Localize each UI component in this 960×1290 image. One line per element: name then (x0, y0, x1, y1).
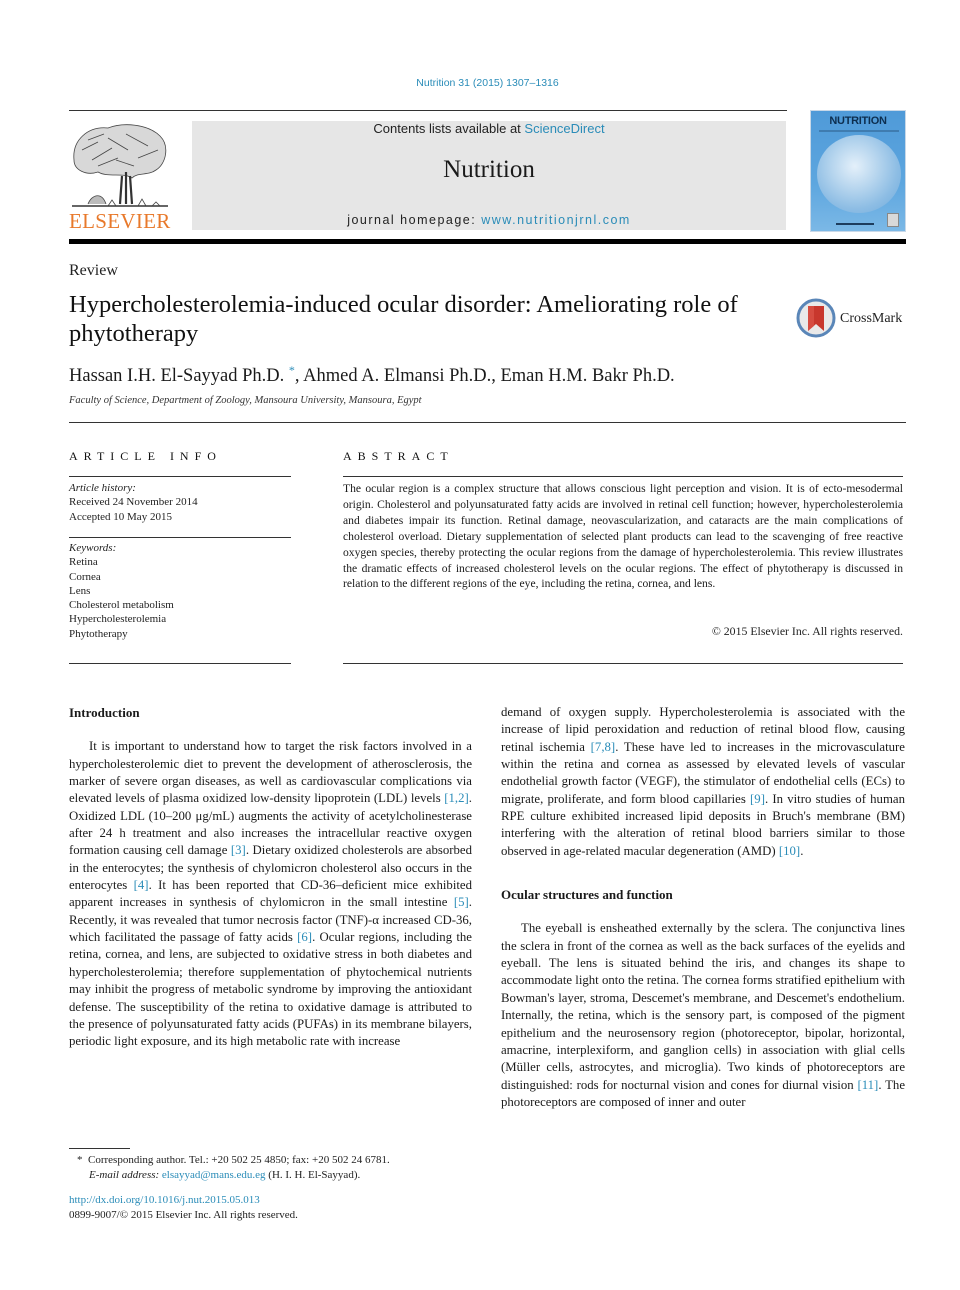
keywords-label: Keywords: (69, 542, 117, 554)
citation-link[interactable]: [10] (779, 844, 800, 858)
journal-homepage-link[interactable]: www.nutritionjrnl.com (481, 213, 631, 227)
abstract-rule (343, 476, 903, 477)
intro-paragraph-continued: demand of oxygen supply. Hypercholestero… (501, 704, 905, 860)
body-column-left: Introduction It is important to understa… (69, 704, 472, 1051)
elsevier-wordmark: ELSEVIER (69, 209, 171, 233)
crossmark-label: CrossMark (840, 311, 903, 326)
email-link[interactable]: elsayyad@mans.edu.eg (162, 1169, 266, 1181)
received-date: Received 24 November 2014 (69, 496, 198, 509)
elsevier-tree-icon (72, 124, 168, 207)
abstract-copyright: © 2015 Elsevier Inc. All rights reserved… (711, 624, 903, 638)
issn-copyright: 0899-9007/© 2015 Elsevier Inc. All right… (69, 1208, 298, 1221)
homepage-prefix: journal homepage: (347, 213, 482, 227)
section-heading-ocular: Ocular structures and function (501, 887, 673, 903)
header-thick-rule (69, 239, 906, 244)
intro-paragraph: It is important to understand how to tar… (69, 738, 472, 1050)
abstract-heading: ABSTRACT (343, 449, 454, 463)
text-run: It is important to understand how to tar… (69, 739, 472, 806)
body-column-right: demand of oxygen supply. Hypercholestero… (501, 704, 905, 1111)
email-label: E-mail address: (89, 1168, 162, 1181)
keyword: Hypercholesterolemia (69, 613, 167, 626)
author-list: Hassan I.H. El-Sayyad Ph.D. *, Ahmed A. … (69, 363, 675, 387)
text-run: The eyeball is ensheathed externally by … (501, 921, 905, 1092)
sciencedirect-link[interactable]: ScienceDirect (524, 121, 604, 136)
doi-link[interactable]: http://dx.doi.org/10.1016/j.nut.2015.05.… (69, 1194, 260, 1206)
article-info-heading: ARTICLE INFO (69, 449, 222, 463)
citation-link[interactable]: [7,8] (591, 740, 616, 754)
elsevier-logo[interactable]: ELSEVIER (66, 118, 176, 234)
crossmark-button[interactable]: CrossMark (796, 298, 911, 342)
citation-link[interactable]: [1,2] (444, 791, 469, 805)
journal-reference[interactable]: Nutrition 31 (2015) 1307–1316 (0, 77, 960, 89)
keyword: Cornea (69, 570, 101, 583)
doi-block: http://dx.doi.org/10.1016/j.nut.2015.05.… (69, 1193, 298, 1222)
other-authors[interactable]: , Ahmed A. Elmansi Ph.D., Eman H.M. Bakr… (295, 366, 675, 386)
contents-prefix: Contents lists available at (373, 121, 525, 136)
info-rule (69, 537, 291, 538)
keyword: Retina (69, 556, 98, 569)
corresponding-footnote: * Corresponding author. Tel.: +20 502 25… (77, 1153, 390, 1182)
citation-link[interactable]: [9] (750, 792, 765, 806)
accepted-date: Accepted 10 May 2015 (69, 510, 172, 523)
homepage-line: journal homepage: www.nutritionjrnl.com (192, 213, 786, 227)
keyword: Cholesterol metabolism (69, 599, 174, 612)
journal-name: Nutrition (443, 156, 535, 183)
crossmark-icon (796, 298, 836, 338)
article-history: Article history: Received 24 November 20… (69, 481, 291, 524)
contents-line: Contents lists available at ScienceDirec… (192, 121, 786, 136)
cover-badge-icon (887, 213, 899, 227)
journal-cover-image[interactable]: NUTRITION (810, 110, 906, 232)
keyword: Lens (69, 584, 91, 597)
footnote-marker: * (77, 1154, 83, 1166)
citation-link[interactable]: [3] (231, 843, 246, 857)
author-1[interactable]: Hassan I.H. El-Sayyad Ph.D. (69, 366, 284, 386)
cover-subtitle (819, 130, 899, 132)
history-label: Article history: (69, 482, 136, 494)
citation-link[interactable]: [6] (297, 930, 312, 944)
corresponding-author-info: Corresponding author. Tel.: +20 502 25 4… (88, 1154, 390, 1166)
text-run: . Ocular regions, including the retina, … (69, 930, 472, 1049)
cover-title: NUTRITION (829, 115, 887, 127)
abstract-rule (343, 663, 903, 664)
cover-footer (836, 223, 874, 225)
citation-link[interactable]: [4] (134, 878, 149, 892)
affiliation: Faculty of Science, Department of Zoolog… (69, 395, 422, 406)
ocular-paragraph: The eyeball is ensheathed externally by … (501, 920, 905, 1111)
info-rule (69, 663, 291, 664)
footnote-rule (69, 1148, 130, 1149)
article-type: Review (69, 262, 118, 279)
header-rule (69, 110, 787, 111)
globe-icon (817, 135, 901, 213)
keywords-block: Keywords: Retina Cornea Lens Cholesterol… (69, 541, 291, 641)
email-suffix: (H. I. H. El-Sayyad). (265, 1168, 361, 1181)
article-title: Hypercholesterolemia-induced ocular diso… (69, 291, 738, 347)
citation-link[interactable]: [5] (454, 895, 469, 909)
citation-link[interactable]: [11] (857, 1078, 878, 1092)
text-run: . (800, 843, 804, 858)
abstract-text: The ocular region is a complex structure… (343, 482, 903, 591)
meta-rule (69, 422, 906, 423)
keyword: Phytotherapy (69, 627, 128, 640)
info-rule (69, 476, 291, 477)
section-heading-introduction: Introduction (69, 705, 140, 720)
